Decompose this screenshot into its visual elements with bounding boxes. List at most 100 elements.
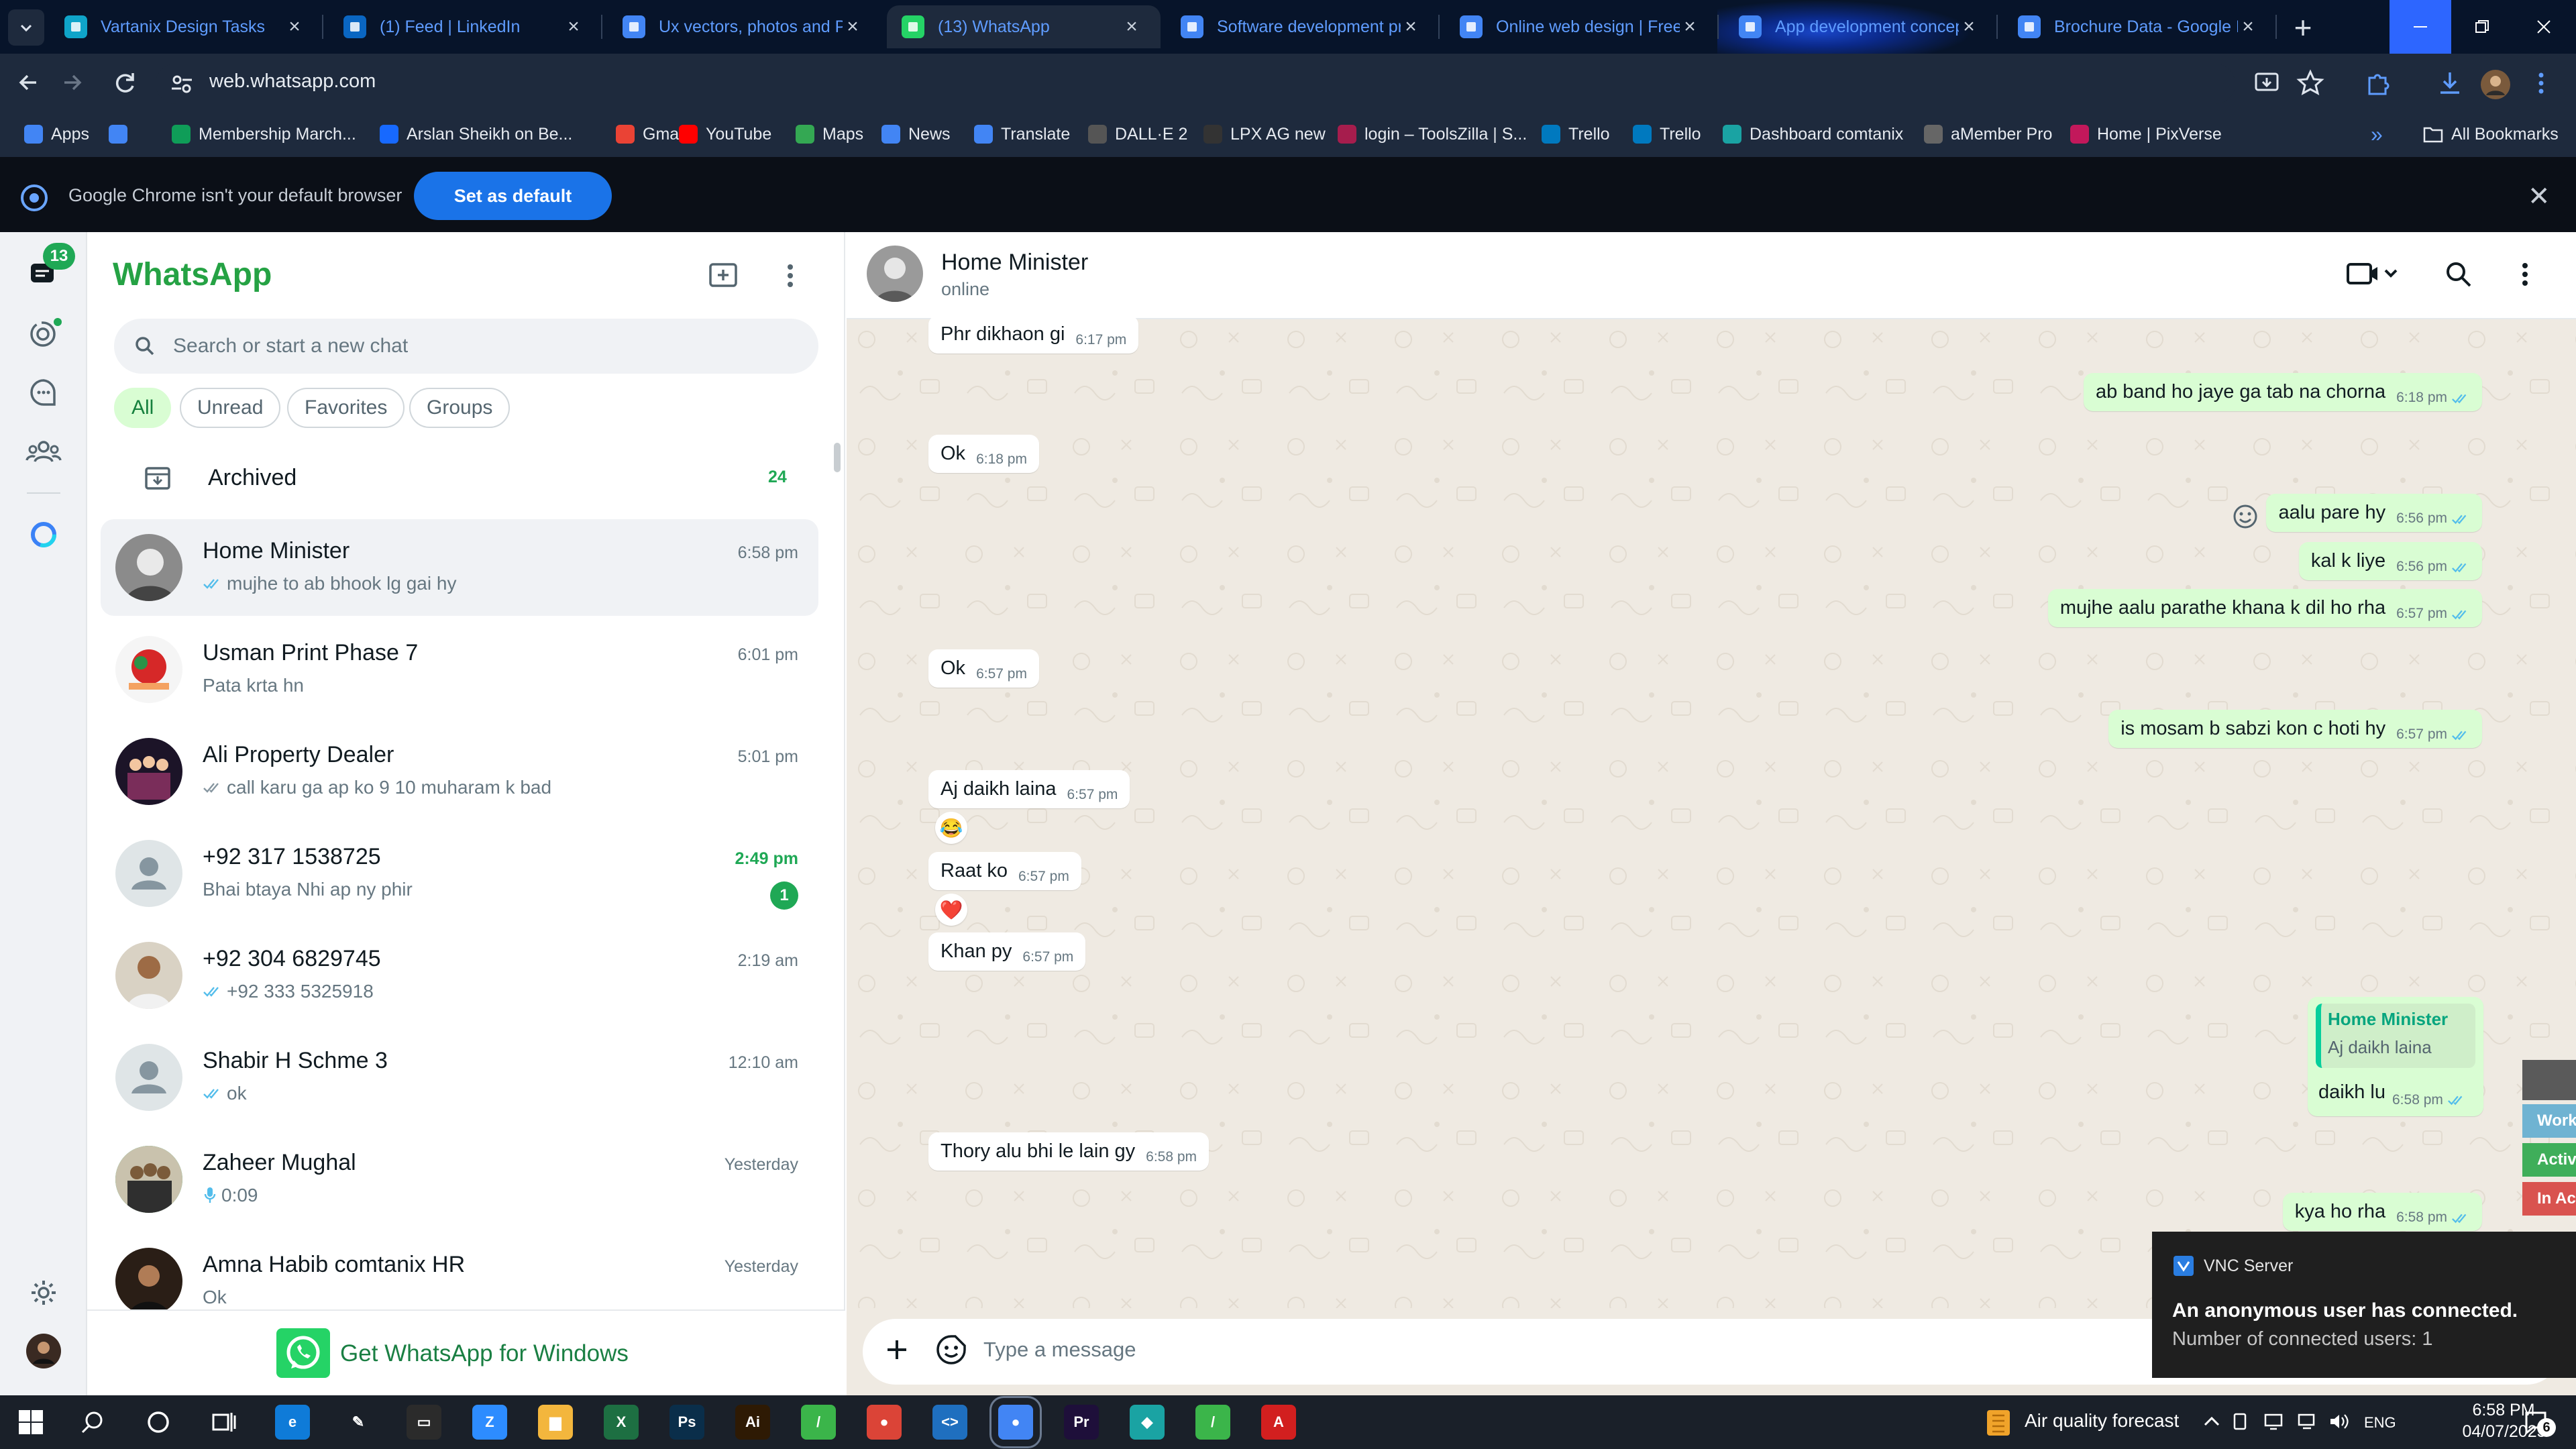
- close-tab-icon[interactable]: ×: [843, 15, 863, 38]
- message-bubble-incoming[interactable]: Phr dikhaon gi 6:17 pm: [928, 315, 1139, 354]
- close-tab-icon[interactable]: ×: [564, 15, 584, 38]
- bookmark-amember[interactable]: aMember Pro: [1924, 121, 2052, 148]
- restore-button[interactable]: [2451, 0, 2513, 54]
- conversation-header[interactable]: [847, 232, 2576, 319]
- more-bookmarks-button[interactable]: »: [2371, 121, 2383, 148]
- show-hidden-icons-button[interactable]: [2202, 1411, 2222, 1432]
- message-bubble-outgoing[interactable]: kal k liye 6:56 pm: [2298, 542, 2482, 580]
- status-nav-button[interactable]: [25, 315, 62, 352]
- chat-list-item[interactable]: Shabir H Schme 3 12:10 am ok: [101, 1029, 818, 1126]
- site-info-icon[interactable]: [169, 71, 195, 97]
- close-tab-icon[interactable]: ×: [2238, 15, 2258, 38]
- pen-icon[interactable]: ✎: [341, 1405, 376, 1440]
- message-bubble-outgoing[interactable]: kya ho rha 6:58 pm: [2282, 1193, 2482, 1231]
- app-green2-icon[interactable]: /: [1195, 1405, 1230, 1440]
- premiere-icon[interactable]: Pr: [1064, 1405, 1099, 1440]
- search-input[interactable]: [173, 331, 777, 362]
- video-call-button[interactable]: [2347, 259, 2398, 290]
- browser-tab[interactable]: Vartanix Design Tasks ×: [50, 5, 323, 48]
- sticker-button[interactable]: [935, 1330, 967, 1370]
- chat-list-item[interactable]: Home Minister 6:58 pm mujhe to ab bhook lg…: [101, 519, 818, 616]
- meta-ai-nav-button[interactable]: [25, 517, 62, 553]
- filter-chip-all[interactable]: All: [114, 388, 172, 428]
- channels-nav-button[interactable]: [25, 374, 62, 411]
- browser-menu-icon[interactable]: [2534, 68, 2564, 98]
- close-tab-icon[interactable]: ×: [1959, 15, 1979, 38]
- terminal-icon[interactable]: ▭: [407, 1405, 441, 1440]
- filter-chip-unread[interactable]: Unread: [180, 388, 281, 428]
- acrobat-icon[interactable]: A: [1261, 1405, 1296, 1440]
- contact-avatar[interactable]: [867, 246, 923, 302]
- file-explorer-icon[interactable]: ▆: [538, 1405, 573, 1440]
- bookmark-trello[interactable]: Trello: [1542, 121, 1610, 148]
- zoom-icon[interactable]: Z: [472, 1405, 507, 1440]
- attach-button[interactable]: [881, 1330, 912, 1370]
- chat-list-item[interactable]: Ali Property Dealer 5:01 pm call karu ga a…: [101, 723, 818, 820]
- bookmark-star-icon[interactable]: [2296, 68, 2325, 98]
- bookmark-toolszilla[interactable]: login – ToolsZilla | S...: [1338, 121, 1527, 148]
- bookmark-youtube[interactable]: YouTube: [679, 121, 771, 148]
- message-bubble-outgoing[interactable]: ab band ho jaye ga tab na chorna 6:18 pm: [2083, 373, 2482, 411]
- chat-list-scrollbar[interactable]: [834, 443, 841, 472]
- weather-widget[interactable]: Air quality forecast: [2025, 1410, 2179, 1432]
- chrome-icon[interactable]: ●: [867, 1405, 902, 1440]
- bookmark-grid[interactable]: [109, 121, 136, 148]
- volume-icon[interactable]: [2328, 1411, 2349, 1432]
- browser-tab[interactable]: Brochure Data - Google Docs×: [2003, 5, 2277, 48]
- close-tab-icon[interactable]: ×: [284, 15, 305, 38]
- settings-nav-button[interactable]: [25, 1275, 62, 1311]
- close-tab-icon[interactable]: ×: [1680, 15, 1700, 38]
- browser-tab[interactable]: App development concept ×: [1724, 5, 1998, 48]
- chat-list-menu-button[interactable]: [782, 259, 798, 292]
- profile-avatar[interactable]: [2479, 68, 2510, 99]
- message-bubble-incoming[interactable]: Khan py 6:57 pm: [928, 932, 1086, 971]
- tab-search-button[interactable]: [8, 9, 44, 46]
- browser-tab[interactable]: Online web design | Free ×: [1445, 5, 1719, 48]
- app-green-icon[interactable]: /: [801, 1405, 836, 1440]
- app-teal-icon[interactable]: ◆: [1130, 1405, 1165, 1440]
- bookmark-pixverse[interactable]: Home | PixVerse: [2070, 121, 2222, 148]
- message-bubble-incoming[interactable]: Ok 6:18 pm: [928, 435, 1039, 473]
- cortana-button[interactable]: [145, 1409, 172, 1436]
- tray-icon-1[interactable]: [2230, 1411, 2250, 1432]
- react-emoji-button[interactable]: [2231, 502, 2259, 531]
- message-input[interactable]: [983, 1330, 2124, 1370]
- message-bubble-incoming[interactable]: Raat ko 6:57 pm: [928, 852, 1081, 890]
- close-window-button[interactable]: [2513, 0, 2575, 54]
- chrome-active-icon[interactable]: ●: [989, 1396, 1042, 1448]
- bookmark-comtanix[interactable]: Dashboard comtanix: [1723, 121, 1903, 148]
- bookmark-maps[interactable]: Maps: [796, 121, 863, 148]
- extensions-icon[interactable]: [2363, 68, 2392, 98]
- back-button[interactable]: [13, 67, 44, 98]
- browser-tab[interactable]: Software development process×: [1166, 5, 1440, 48]
- side-widget-tab[interactable]: Work: [2522, 1104, 2576, 1138]
- message-reaction[interactable]: ❤️: [935, 894, 967, 926]
- contact-name[interactable]: Home Minister: [941, 250, 1088, 276]
- message-bubble-outgoing[interactable]: aalu pare hy 6:56 pm: [2266, 494, 2482, 532]
- browser-tab[interactable]: (1) Feed | LinkedIn ×: [329, 5, 602, 48]
- install-app-icon[interactable]: [2253, 68, 2282, 98]
- infobar-close-button[interactable]: ✕: [2528, 181, 2551, 212]
- minimize-button[interactable]: [2390, 0, 2451, 54]
- new-chat-button[interactable]: [707, 259, 741, 292]
- chat-list-item[interactable]: +92 317 1538725 2:49 pm Bhai btaya Nhi ap …: [101, 825, 818, 922]
- bookmark-sheets[interactable]: Membership March...: [172, 121, 356, 148]
- message-bubble-outgoing[interactable]: is mosam b sabzi kon c hoti hy 6:57 pm: [2108, 710, 2482, 748]
- downloads-icon[interactable]: [2435, 68, 2465, 98]
- browser-tab[interactable]: (13) WhatsApp ×: [887, 5, 1161, 48]
- url-text[interactable]: web.whatsapp.com: [209, 70, 376, 93]
- start-button[interactable]: [17, 1409, 44, 1436]
- input-language[interactable]: ENG: [2364, 1414, 2396, 1432]
- bookmark-apps-grid[interactable]: Apps: [24, 121, 89, 148]
- filter-chip-groups[interactable]: Groups: [409, 388, 511, 428]
- message-bubble-incoming[interactable]: Aj daikh laina 6:57 pm: [928, 770, 1130, 808]
- chat-list-item[interactable]: +92 304 6829745 2:19 am +92 333 5325918: [101, 927, 818, 1024]
- message-bubble-outgoing[interactable]: mujhe aalu parathe khana k dil ho rha 6:5…: [2047, 589, 2482, 627]
- edge-icon[interactable]: e: [275, 1405, 310, 1440]
- excel-icon[interactable]: X: [604, 1405, 639, 1440]
- bookmark-lpx[interactable]: LPX AG new: [1203, 121, 1326, 148]
- side-widget-tab[interactable]: In Ac: [2522, 1182, 2576, 1216]
- chat-list-item[interactable]: Zaheer Mughal Yesterday 0:09: [101, 1131, 818, 1228]
- address-bar[interactable]: [156, 64, 2235, 104]
- side-widget-handle[interactable]: [2522, 1060, 2576, 1100]
